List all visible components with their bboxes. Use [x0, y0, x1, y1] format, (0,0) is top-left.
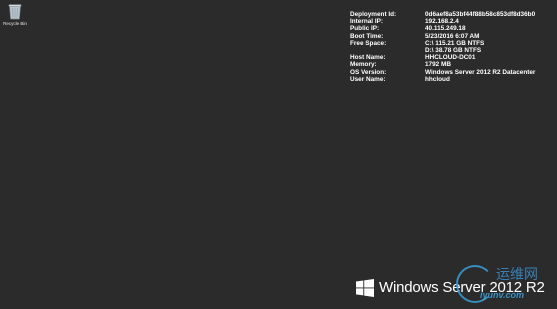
watermark-domain: iyunv.com [480, 290, 525, 300]
info-key: Host Name: [350, 54, 386, 62]
system-info-panel: Deployment Id: 0d6aef8a53bf44f88b58c853d… [350, 11, 535, 83]
info-value: Windows Server 2012 R2 Datacenter [425, 68, 536, 76]
info-row-deployment-id: Deployment Id: 0d6aef8a53bf44f88b58c853d… [350, 11, 535, 18]
info-row-boot-time: Boot Time: 5/23/2016 6:07 AM [350, 33, 535, 40]
info-row-free-space-d: D:\ 38.78 GB NTFS [350, 47, 535, 54]
info-value: HHCLOUD-DC01 [425, 54, 476, 62]
windows-logo-icon [356, 279, 379, 297]
info-value: C:\ 115.21 GB NTFS [425, 39, 485, 47]
info-value: 5/23/2016 6:07 AM [425, 32, 480, 40]
site-watermark: 运维网 iyunv.com [454, 263, 554, 307]
info-key: OS Version: [350, 68, 387, 76]
info-row-os-version: OS Version: Windows Server 2012 R2 Datac… [350, 69, 535, 76]
info-key: Boot Time: [350, 32, 384, 40]
desktop: Recycle Bin Deployment Id: 0d6aef8a53bf4… [0, 0, 557, 309]
info-value: 40.115.249.18 [425, 25, 466, 33]
info-key: User Name: [350, 75, 386, 83]
info-key: Internal IP: [350, 18, 384, 26]
info-key: Public IP: [350, 25, 380, 33]
info-row-free-space-c: Free Space: C:\ 115.21 GB NTFS [350, 40, 535, 47]
info-row-memory: Memory: 1792 MB [350, 61, 535, 68]
info-key: Deployment Id: [350, 11, 397, 18]
info-key: Free Space: [350, 39, 387, 47]
info-row-user-name: User Name: hhcloud [350, 76, 535, 83]
recycle-bin-icon [8, 3, 22, 20]
info-value: hhcloud [425, 75, 450, 83]
desktop-icon-label: Recycle Bin [3, 21, 27, 26]
info-value: 0d6aef8a53bf44f88b58c853df8d36b0 [425, 11, 536, 18]
info-value: 192.168.2.4 [425, 18, 459, 26]
info-value: 1792 MB [425, 61, 451, 69]
watermark-text: 运维网 [496, 267, 538, 283]
desktop-icon-recycle-bin[interactable]: Recycle Bin [3, 3, 27, 26]
info-key [350, 47, 425, 54]
info-row-host-name: Host Name: HHCLOUD-DC01 [350, 54, 535, 61]
info-row-internal-ip: Internal IP: 192.168.2.4 [350, 18, 535, 25]
info-value: D:\ 38.78 GB NTFS [425, 47, 482, 55]
info-key: Memory: [350, 61, 377, 69]
info-row-public-ip: Public IP: 40.115.249.18 [350, 25, 535, 32]
